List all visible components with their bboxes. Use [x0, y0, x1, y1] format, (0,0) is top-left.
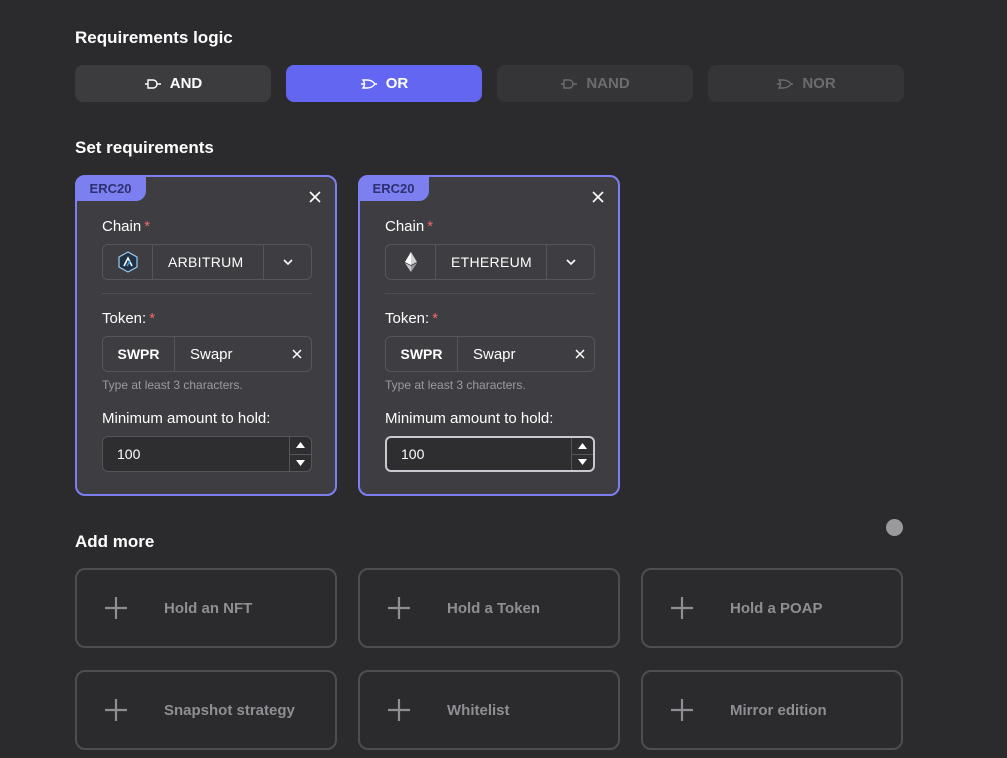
- chain-label: Chain *: [385, 218, 434, 235]
- plus-icon: [671, 597, 693, 619]
- token-symbol: SWPR: [386, 337, 458, 371]
- tile-label: Hold a Token: [447, 599, 541, 617]
- amount-stepper: [571, 438, 593, 470]
- status-dot: [886, 519, 903, 536]
- chain-select[interactable]: ETHEREUM: [385, 244, 595, 280]
- minimum-amount-label: Minimum amount to hold:: [385, 410, 554, 427]
- chevron-down-icon[interactable]: [264, 245, 311, 279]
- increment-icon[interactable]: [572, 438, 593, 454]
- logic-and-button[interactable]: AND: [75, 65, 271, 102]
- add-hold-token-button[interactable]: Hold a Token: [358, 568, 620, 648]
- requirements-logic-title: Requirements logic: [75, 28, 233, 47]
- decrement-icon[interactable]: [290, 453, 311, 472]
- tile-label: Hold an NFT: [164, 599, 253, 617]
- token-symbol: SWPR: [103, 337, 175, 371]
- requirement-card-ethereum: ERC20 Chain * ETHEREUM Token: * SWPR Swapr…: [358, 175, 620, 496]
- logic-gate-icon: [561, 78, 578, 89]
- add-hold-poap-button[interactable]: Hold a POAP: [641, 568, 903, 648]
- logic-nand-button[interactable]: NAND: [497, 65, 693, 102]
- tile-label: Mirror edition: [730, 701, 827, 719]
- tile-label: Hold a POAP: [730, 599, 823, 617]
- divider: [102, 293, 312, 294]
- logic-selector: AND OR NAND NOR: [75, 65, 904, 102]
- chain-value: ARBITRUM: [153, 245, 264, 279]
- logic-gate-icon: [777, 78, 794, 89]
- requirement-type-badge: ERC20: [75, 175, 146, 201]
- add-more-title: Add more: [75, 532, 155, 551]
- chevron-down-icon[interactable]: [547, 245, 594, 279]
- chain-icon-cell: [386, 245, 436, 279]
- requirement-type-badge: ERC20: [358, 175, 429, 201]
- plus-icon: [105, 597, 127, 619]
- token-name: Swapr: [473, 345, 516, 363]
- amount-stepper: [289, 437, 311, 471]
- token-select[interactable]: SWPR Swapr: [385, 336, 595, 372]
- requirement-card-arbitrum: ERC20 Chain * ARBITRUM Token: * SWPR Swapr…: [75, 175, 337, 496]
- tile-label: Snapshot strategy: [164, 701, 295, 719]
- clear-token-icon[interactable]: [566, 337, 594, 371]
- plus-icon: [671, 699, 693, 721]
- logic-and-label: AND: [169, 75, 203, 92]
- minimum-amount-label: Minimum amount to hold:: [102, 410, 271, 427]
- chain-value: ETHEREUM: [436, 245, 547, 279]
- add-mirror-edition-button[interactable]: Mirror edition: [641, 670, 903, 750]
- token-label: Token: *: [102, 310, 156, 327]
- add-whitelist-button[interactable]: Whitelist: [358, 670, 620, 750]
- plus-icon: [388, 597, 410, 619]
- logic-nor-button[interactable]: NOR: [708, 65, 904, 102]
- logic-gate-icon: [144, 78, 161, 89]
- token-select[interactable]: SWPR Swapr: [102, 336, 312, 372]
- token-name: Swapr: [190, 345, 233, 363]
- logic-or-label: OR: [385, 75, 409, 92]
- add-hold-nft-button[interactable]: Hold an NFT: [75, 568, 337, 648]
- minimum-amount-input[interactable]: 100: [385, 436, 595, 472]
- close-icon[interactable]: [309, 191, 321, 203]
- chain-select[interactable]: ARBITRUM: [102, 244, 312, 280]
- divider: [385, 293, 595, 294]
- increment-icon[interactable]: [290, 437, 311, 454]
- plus-icon: [105, 699, 127, 721]
- set-requirements-title: Set requirements: [75, 138, 214, 157]
- token-hint: Type at least 3 characters.: [385, 378, 526, 392]
- tile-label: Whitelist: [447, 701, 510, 719]
- ethereum-icon: [404, 252, 417, 272]
- amount-value: 100: [117, 446, 141, 462]
- decrement-icon[interactable]: [572, 453, 593, 471]
- chain-icon-cell: [103, 245, 153, 279]
- logic-or-button[interactable]: OR: [286, 65, 482, 102]
- minimum-amount-input[interactable]: 100: [102, 436, 312, 472]
- logic-gate-icon: [360, 78, 377, 89]
- logic-nand-label: NAND: [586, 75, 630, 92]
- token-label: Token: *: [385, 310, 439, 327]
- add-snapshot-strategy-button[interactable]: Snapshot strategy: [75, 670, 337, 750]
- chain-label: Chain *: [102, 218, 151, 235]
- token-hint: Type at least 3 characters.: [102, 378, 243, 392]
- clear-token-icon[interactable]: [283, 337, 311, 371]
- plus-icon: [388, 699, 410, 721]
- logic-nor-label: NOR: [802, 75, 836, 92]
- close-icon[interactable]: [592, 191, 604, 203]
- amount-value: 100: [401, 446, 425, 462]
- arbitrum-icon: [117, 251, 138, 273]
